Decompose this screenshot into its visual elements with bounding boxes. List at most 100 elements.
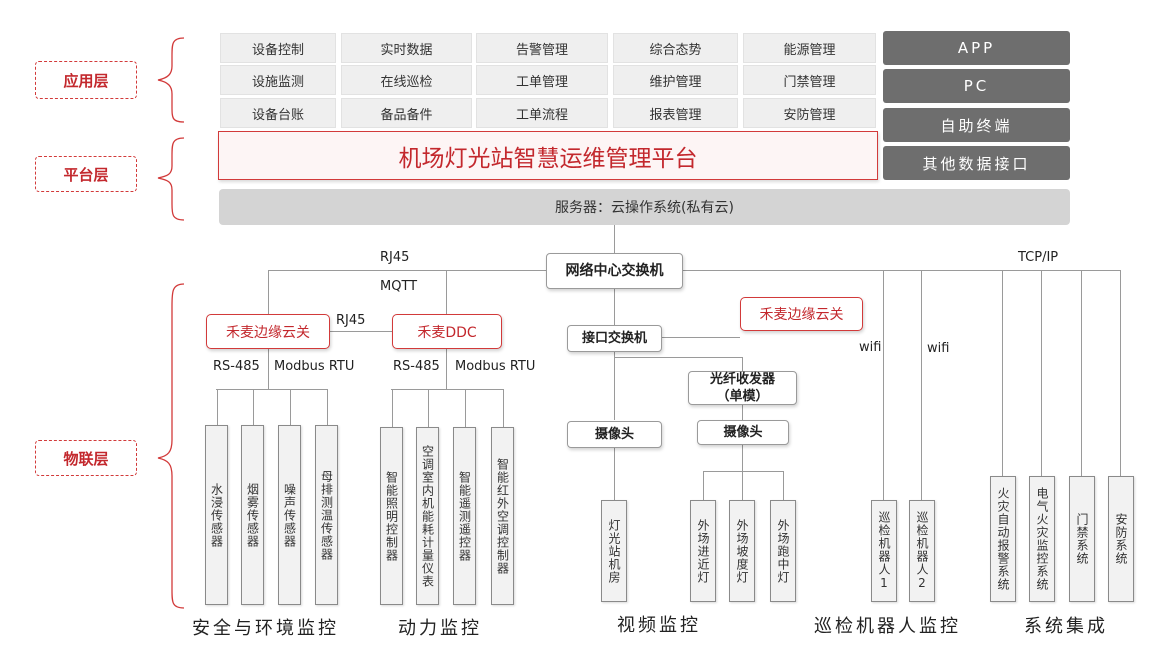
drop-env-4 bbox=[327, 389, 328, 425]
app-device-control: 设备控制 bbox=[220, 33, 336, 63]
label-tcpip: TCP/IP bbox=[1018, 250, 1059, 265]
interface-switch: 接口交换机 bbox=[567, 325, 662, 352]
device-env-2: 烟雾传感器 bbox=[241, 425, 264, 605]
line-server-core bbox=[614, 225, 615, 253]
server-bar: 服务器：云操作系统(私有云) bbox=[219, 189, 1070, 225]
core-switch: 网络中心交换机 bbox=[546, 253, 683, 289]
device-robot-1: 巡检机器人1 bbox=[871, 500, 897, 602]
app-realtime-data: 实时数据 bbox=[341, 33, 472, 63]
app-access-mgmt: 门禁管理 bbox=[743, 65, 876, 95]
device-power-4: 智能红外空调控制器 bbox=[491, 427, 514, 605]
label-wifi-1: wifi bbox=[859, 340, 882, 355]
line-cam2-drop bbox=[742, 445, 743, 471]
drop-power-2 bbox=[428, 389, 429, 427]
terminal-app: APP bbox=[883, 31, 1070, 65]
line-edge1-ddc bbox=[330, 331, 392, 332]
category-video: 视频监控 bbox=[617, 615, 701, 636]
line-int2 bbox=[1041, 270, 1042, 476]
line-iface-right bbox=[614, 352, 615, 420]
line-ddc-drop bbox=[446, 270, 447, 314]
line-env-bus bbox=[216, 389, 327, 390]
app-energy-mgmt: 能源管理 bbox=[743, 33, 876, 63]
app-alarm-mgmt: 告警管理 bbox=[476, 33, 608, 63]
line-power-bus bbox=[391, 389, 503, 390]
line-robot2 bbox=[921, 270, 922, 500]
layer-platform-tag: 平台层 bbox=[35, 156, 137, 192]
drop-env-3 bbox=[290, 389, 291, 425]
drop-power-1 bbox=[392, 389, 393, 427]
drop-video-field-1 bbox=[703, 471, 704, 500]
label-rs485-b: RS-485 bbox=[393, 359, 440, 374]
terminal-pc: PC bbox=[883, 69, 1070, 103]
label-rs485-a: RS-485 bbox=[213, 359, 260, 374]
device-video-1: 灯光站机房 bbox=[601, 500, 627, 602]
line-core-left bbox=[268, 270, 546, 271]
camera-1: 摄像头 bbox=[567, 421, 662, 448]
category-safety-env: 安全与环境监控 bbox=[192, 618, 339, 639]
app-maintenance-mgmt: 维护管理 bbox=[613, 65, 738, 95]
device-integration-4: 安防系统 bbox=[1108, 476, 1134, 602]
category-integration: 系统集成 bbox=[1024, 616, 1108, 637]
line-cam1-room bbox=[614, 448, 615, 500]
drop-env-2 bbox=[253, 389, 254, 425]
drop-power-4 bbox=[503, 389, 504, 427]
layer-iot-tag: 物联层 bbox=[35, 440, 137, 476]
label-rj45-mid: RJ45 bbox=[336, 313, 366, 328]
device-power-3: 智能遥测遥控器 bbox=[453, 427, 476, 605]
line-robot1 bbox=[883, 270, 884, 500]
platform-title: 机场灯光站智慧运维管理平台 bbox=[218, 131, 878, 180]
device-power-1: 智能照明控制器 bbox=[380, 427, 403, 605]
layer-braces bbox=[157, 37, 185, 609]
label-modbus-b: Modbus RTU bbox=[455, 359, 536, 374]
edge-gateway-left: 禾麦边缘云关 bbox=[206, 314, 330, 349]
device-robot-2: 巡检机器人2 bbox=[909, 500, 935, 602]
line-fiber-drop bbox=[742, 357, 743, 371]
line-cam2-bus bbox=[703, 471, 783, 472]
app-situation-overview: 综合态势 bbox=[613, 33, 738, 63]
line-core-iface bbox=[614, 289, 615, 325]
app-online-inspection: 在线巡检 bbox=[341, 65, 472, 95]
label-rj45-top: RJ45 bbox=[380, 250, 410, 265]
terminal-other-data-interface: 其他数据接口 bbox=[883, 146, 1070, 180]
line-edge1-down bbox=[268, 349, 269, 389]
app-spare-parts: 备品备件 bbox=[341, 98, 472, 128]
device-env-4: 母排测温传感器 bbox=[315, 425, 338, 605]
line-fiber-cam bbox=[742, 405, 743, 420]
app-report-mgmt: 报表管理 bbox=[613, 98, 738, 128]
app-security-mgmt: 安防管理 bbox=[743, 98, 876, 128]
camera-2: 摄像头 bbox=[697, 420, 789, 445]
device-env-1: 水浸传感器 bbox=[205, 425, 228, 605]
drop-video-field-3 bbox=[783, 471, 784, 500]
label-wifi-2: wifi bbox=[927, 341, 950, 356]
category-power: 动力监控 bbox=[398, 618, 482, 639]
layer-application-tag: 应用层 bbox=[35, 61, 137, 99]
fiber-transceiver: 光纤收发器 （单模） bbox=[688, 371, 797, 405]
fiber-transceiver-label: 光纤收发器 （单模） bbox=[709, 372, 775, 404]
device-integration-1: 火灾自动报警系统 bbox=[990, 476, 1016, 602]
device-video-4: 外场跑中灯 bbox=[770, 500, 796, 602]
drop-power-3 bbox=[465, 389, 466, 427]
label-mqtt: MQTT bbox=[380, 279, 418, 294]
drop-env-1 bbox=[217, 389, 218, 425]
drop-video-field-2 bbox=[742, 471, 743, 500]
line-iface-fiber-h bbox=[614, 357, 742, 358]
line-int1 bbox=[1002, 270, 1003, 476]
terminal-self-service: 自助终端 bbox=[883, 108, 1070, 142]
device-power-2: 空调室内机能耗计量仪表 bbox=[416, 427, 439, 605]
label-modbus-a: Modbus RTU bbox=[274, 359, 355, 374]
device-integration-3: 门禁系统 bbox=[1069, 476, 1095, 602]
line-core-right bbox=[683, 270, 1120, 271]
category-robot: 巡检机器人监控 bbox=[814, 616, 961, 637]
device-integration-2: 电气火灾监控系统 bbox=[1029, 476, 1055, 602]
ddc-controller: 禾麦DDC bbox=[392, 314, 502, 349]
edge-gateway-right: 禾麦边缘云关 bbox=[740, 297, 863, 331]
device-video-2: 外场进近灯 bbox=[690, 500, 716, 602]
line-iface-edge2 bbox=[662, 337, 740, 338]
app-workorder-flow: 工单流程 bbox=[476, 98, 608, 128]
app-device-ledger: 设备台账 bbox=[220, 98, 336, 128]
line-int3 bbox=[1081, 270, 1082, 476]
device-video-3: 外场坡度灯 bbox=[729, 500, 755, 602]
line-ddc-down bbox=[446, 349, 447, 389]
app-workorder-mgmt: 工单管理 bbox=[476, 65, 608, 95]
line-edge1-drop bbox=[268, 270, 269, 314]
